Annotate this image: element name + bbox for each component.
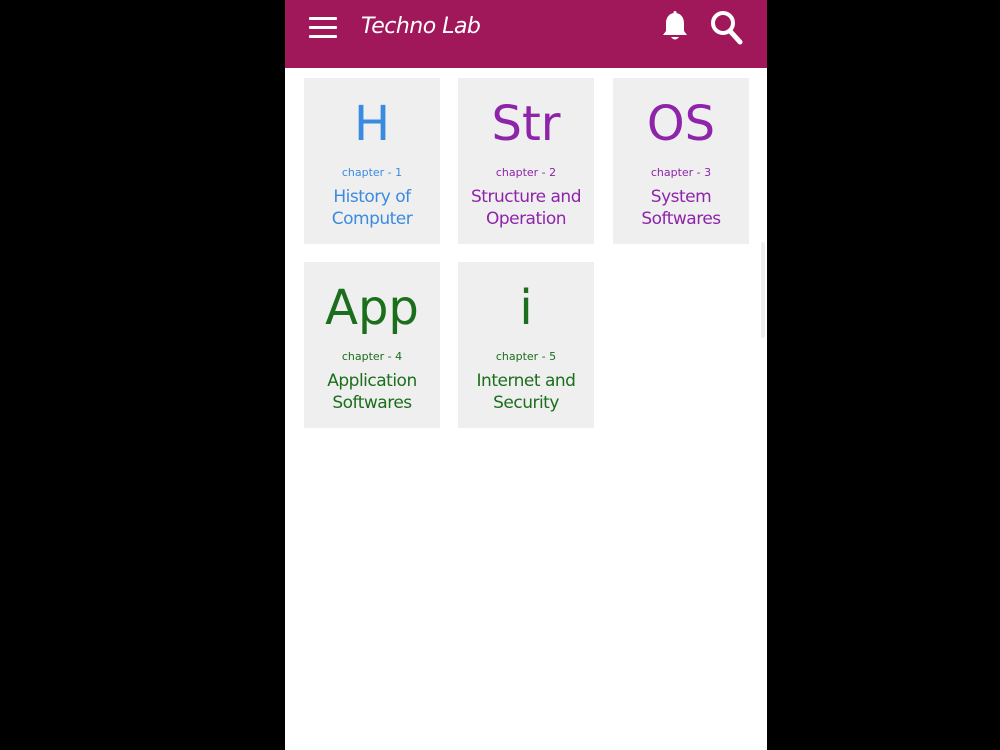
chapter-abbr: i	[519, 280, 533, 336]
chapter-number: chapter - 3	[650, 166, 712, 179]
phone-screen: Techno Lab H chapter - 1 History of Comp…	[285, 0, 767, 750]
chapter-title-line1: Internet and	[476, 371, 576, 391]
chapter-abbr: H	[353, 96, 391, 152]
chapter-title-line2: Softwares	[641, 209, 721, 229]
chapter-title: Structure and Operation	[462, 186, 590, 230]
chapter-title-line2: Operation	[485, 209, 567, 229]
chapter-title: Application Softwares	[308, 370, 436, 414]
chapter-number: chapter - 4	[341, 350, 403, 363]
chapter-card-1[interactable]: H chapter - 1 History of Computer	[304, 78, 440, 244]
chapter-number: chapter - 5	[495, 350, 557, 363]
chapter-abbr: App	[325, 280, 419, 336]
chapter-title-line1: History of	[333, 187, 411, 207]
chapter-title-line1: Application	[327, 371, 417, 391]
chapter-card-4[interactable]: App chapter - 4 Application Softwares	[304, 262, 440, 428]
chapter-title-line1: Structure and	[471, 187, 581, 207]
chapter-number: chapter - 1	[341, 166, 403, 179]
chapter-title-line2: Security	[493, 393, 559, 413]
search-icon[interactable]	[709, 9, 743, 45]
app-bar: Techno Lab	[285, 0, 767, 68]
app-title: Techno Lab	[361, 14, 481, 39]
chapter-abbr: OS	[646, 96, 716, 152]
scrollbar-thumb[interactable]	[761, 242, 765, 338]
chapter-title: Internet and Security	[462, 370, 590, 414]
chapter-title-line1: System	[650, 187, 712, 207]
chapter-number: chapter - 2	[495, 166, 557, 179]
chapter-title: History of Computer	[308, 186, 436, 230]
chapter-card-5[interactable]: i chapter - 5 Internet and Security	[458, 262, 594, 428]
chapter-card-3[interactable]: OS chapter - 3 System Softwares	[613, 78, 749, 244]
chapter-abbr: Str	[491, 96, 561, 152]
chapter-title: System Softwares	[617, 186, 745, 230]
chapter-title-line2: Softwares	[332, 393, 412, 413]
bell-icon[interactable]	[660, 10, 690, 44]
chapter-title-line2: Computer	[331, 209, 413, 229]
menu-icon[interactable]	[309, 17, 337, 39]
chapter-card-2[interactable]: Str chapter - 2 Structure and Operation	[458, 78, 594, 244]
